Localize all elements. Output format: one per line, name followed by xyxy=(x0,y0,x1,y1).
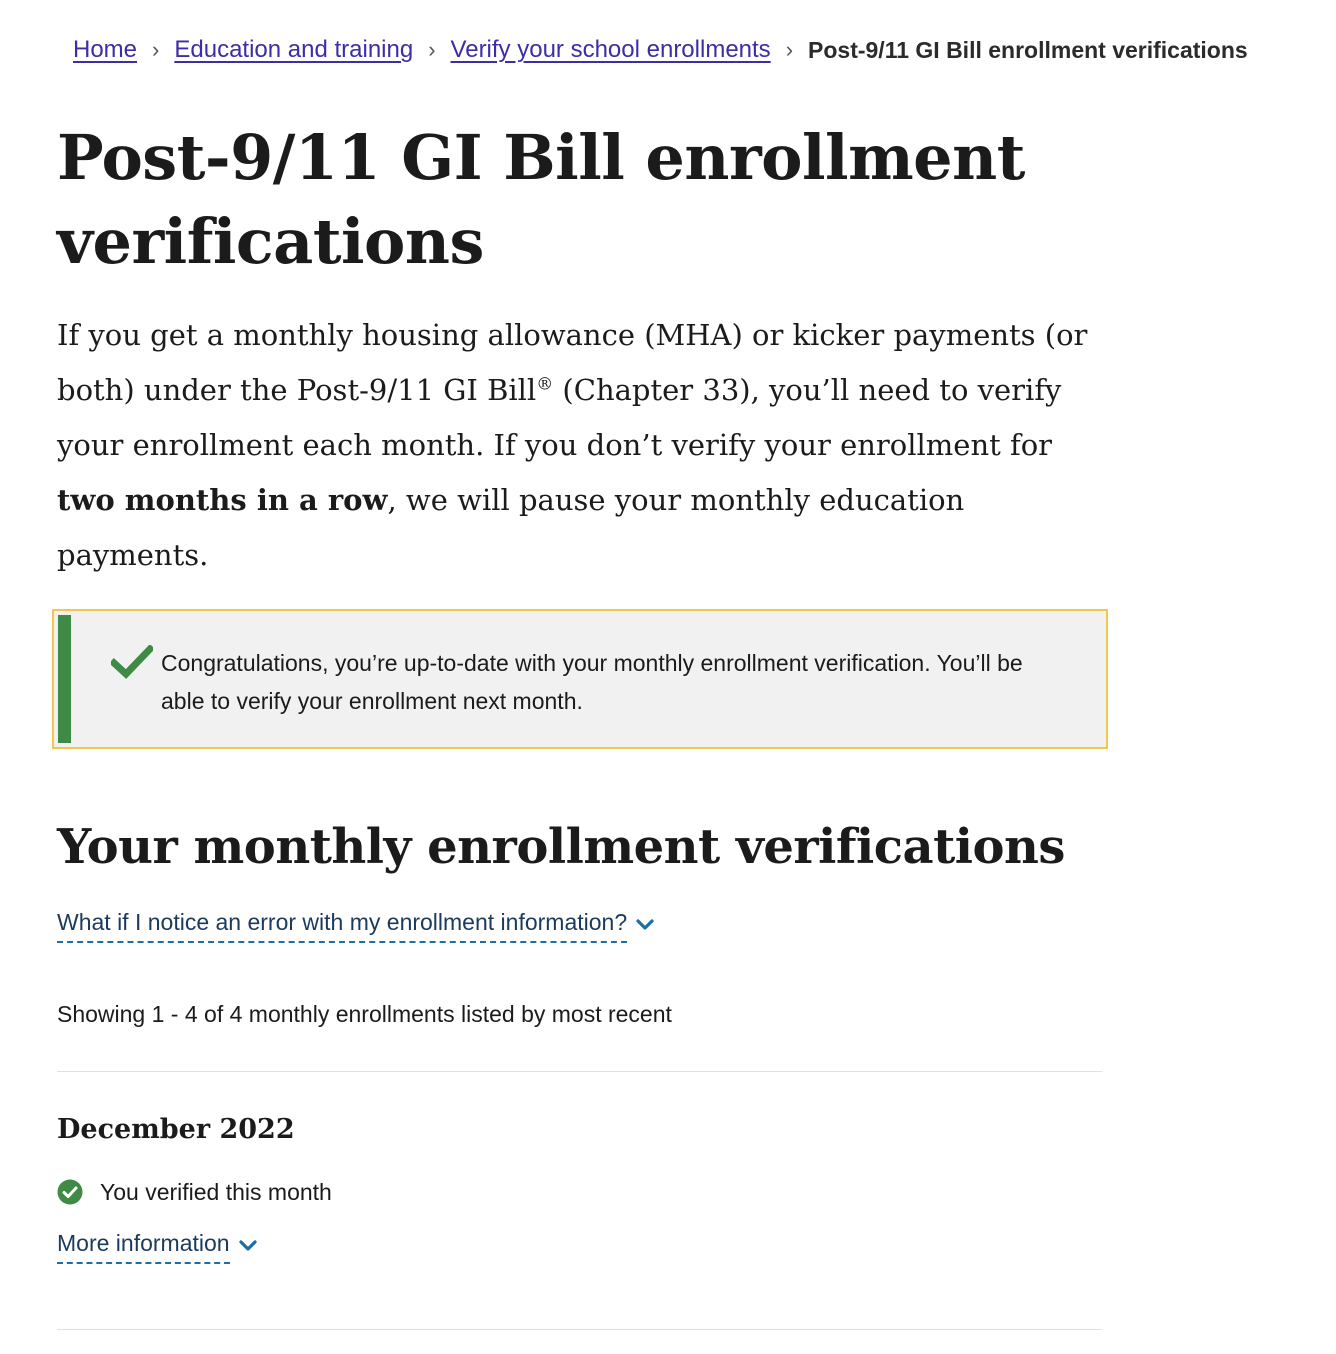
breadcrumb-home-link[interactable]: Home xyxy=(73,30,137,70)
breadcrumb-separator: › xyxy=(152,37,160,62)
verification-status: You verified this month xyxy=(57,1174,332,1210)
alert-body: Congratulations, you’re up-to-date with … xyxy=(71,615,1102,743)
verification-status-text: You verified this month xyxy=(100,1179,332,1205)
success-alert: Congratulations, you’re up-to-date with … xyxy=(52,609,1108,749)
breadcrumb-verify-link[interactable]: Verify your school enrollments xyxy=(451,30,771,70)
more-information-expander[interactable]: More information xyxy=(57,1227,257,1264)
results-count-text: Showing 1 - 4 of 4 monthly enrollments l… xyxy=(57,1001,672,1027)
alert-accent-bar xyxy=(58,615,71,743)
alert-message: Congratulations, you’re up-to-date with … xyxy=(161,650,1023,714)
breadcrumb-separator: › xyxy=(428,37,436,62)
breadcrumb-separator: › xyxy=(785,37,794,62)
error-help-expander[interactable]: What if I notice an error with my enroll… xyxy=(57,906,654,943)
breadcrumb-education-link[interactable]: Education and training xyxy=(174,30,413,70)
intro-text: If you get a monthly housing allowance (… xyxy=(57,308,1107,583)
page-title: Post-9/11 GI Bill enrollment verificatio… xyxy=(57,121,1025,278)
breadcrumb: Home › Education and training › Verify y… xyxy=(73,30,1248,70)
intro-emphasis: two months in a row xyxy=(57,483,388,517)
check-circle-icon xyxy=(57,1179,83,1205)
chevron-down-icon xyxy=(636,918,654,930)
registered-mark: ® xyxy=(536,374,554,395)
error-help-label: What if I notice an error with my enroll… xyxy=(57,906,628,943)
divider xyxy=(57,1071,1102,1072)
more-information-label: More information xyxy=(57,1227,230,1264)
page: Home › Education and training › Verify y… xyxy=(0,0,1336,1354)
verifications-heading: Your monthly enrollment verifications xyxy=(57,819,1065,875)
chevron-down-icon xyxy=(238,1239,257,1251)
month-title: December 2022 xyxy=(57,1114,295,1145)
divider xyxy=(57,1329,1102,1330)
check-icon xyxy=(111,645,153,679)
breadcrumb-current: Post-9/11 GI Bill enrollment verificatio… xyxy=(808,37,1248,63)
